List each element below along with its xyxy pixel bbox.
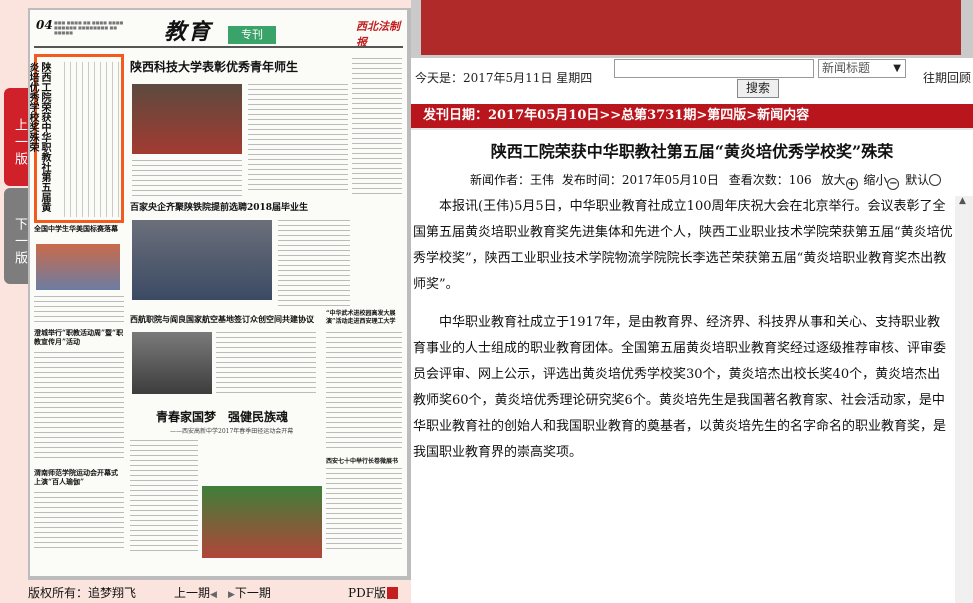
headline-1: 陕西科技大学表彰优秀青年师生 (130, 60, 299, 74)
headline-4: 青春家国梦 强健民族魂 (156, 410, 289, 424)
breadcrumb: 发刊日期：2017年05月10日>>总第3731期>第四版>新闻内容 (411, 104, 973, 128)
article-text-1b (248, 84, 348, 194)
search-type-select[interactable]: 新闻标题 ▼ (818, 59, 906, 78)
breadcrumb-divider (411, 128, 973, 130)
subheadline-4: ——西安高新中学2017年春季田径运动会开幕 (170, 428, 294, 435)
banner-image (421, 0, 961, 55)
scroll-up-icon[interactable]: ▲ (959, 196, 966, 206)
headline-2: 百家央企齐聚陕铁院提前选聘2018届毕业生 (130, 203, 309, 213)
pdf-link[interactable]: PDF版 (348, 584, 399, 601)
article-text-1 (132, 160, 242, 196)
header-banner (411, 0, 973, 58)
zoom-in-button[interactable]: 放大 + (822, 171, 858, 190)
next-issue-link[interactable]: ▶下一期 (228, 584, 271, 601)
default-size-button[interactable]: 默认 (905, 171, 942, 188)
past-review-link[interactable]: 往期回顾 (923, 69, 971, 86)
caret-left-icon: ◀ (210, 590, 217, 600)
view-count: 查看次数：106 (728, 173, 812, 187)
newspaper-page-image[interactable]: 04 ■■■ ■■■■ ■■ ■■■■ ■■■■ ■■■■■■ ■■■■■■■■… (30, 10, 407, 576)
right-column-text-3 (326, 468, 402, 552)
zoom-out-label: 缩小 (863, 173, 888, 187)
masthead-title: 教育 (164, 19, 213, 45)
article-text-2 (278, 220, 350, 310)
circle-icon (929, 174, 942, 186)
article-body: 本报讯(王伟)5月5日，中华职业教育社成立100周年庆祝大会在北京举行。会议表彰… (413, 194, 953, 478)
newspaper-pane: 上一版 下一版 04 ■■■ ■■■■ ■■ ■■■■ ■■■■ ■■■■■■ … (0, 0, 411, 603)
search-row: 今天是：2017年5月11日 星期四 新闻标题 ▼ 搜索 往期回顾 (411, 58, 973, 98)
photo-awards (132, 84, 242, 154)
zoom-in-label: 放大 (821, 173, 846, 187)
side-text-2 (34, 352, 124, 462)
copyright-text: 版权所有：追梦翔飞 (28, 586, 137, 600)
article-title: 陕西工院荣获中华职教社第五届“黄炎培优秀学校奖”殊荣 (490, 142, 894, 161)
masthead-rule (34, 46, 403, 48)
prev-issue-label: 上一期 (174, 586, 211, 600)
article-meta: 新闻作者：王伟 发布时间：2017年05月10日 查看次数：106 放大 + 缩小… (470, 171, 942, 190)
search-button[interactable]: 搜索 (737, 79, 779, 98)
author-label: 新闻作者：王伟 (470, 173, 555, 187)
side-headline-4: “中华武术进校园高发大展演”活动走进西安理工大学 (326, 310, 396, 325)
newspaper-frame: 04 ■■■ ■■■■ ■■ ■■■■ ■■■■ ■■■■■■ ■■■■■■■■… (28, 8, 411, 580)
publish-time: 发布时间：2017年05月10日 (561, 173, 719, 187)
prev-issue-link[interactable]: 上一期◀ (174, 584, 217, 601)
next-issue-label: 下一期 (234, 586, 271, 600)
caret-right-icon: ▶ (228, 590, 235, 600)
zoom-out-button[interactable]: 缩小 − (863, 171, 900, 190)
masthead-sub: 专刊 (228, 26, 276, 44)
plus-circle-icon: + (845, 178, 858, 190)
side-text-1 (34, 296, 124, 322)
next-page-tab[interactable]: 下一版 (4, 188, 30, 284)
photo-signing (132, 332, 212, 394)
scrollbar[interactable]: ▲ (955, 196, 973, 603)
side-headline-3: 渭南师范学院运动会开幕式上演“百人瑜伽” (34, 468, 118, 486)
side-headline-5: 西安七十中举行长卷微展书 (326, 458, 399, 465)
photo-conference (132, 220, 272, 300)
photo-sports-meet (202, 486, 322, 558)
highlighted-headline: 陕西工院荣获中华职教社第五届黄炎培优秀学校奖殊荣 (30, 62, 50, 212)
search-type-value: 新闻标题 (822, 61, 871, 75)
side-text-3 (34, 492, 124, 552)
right-column-text (352, 58, 402, 198)
today-date: 今天是：2017年5月11日 星期四 (415, 71, 593, 85)
headline-3: 西航职院与阎良国家航空基地签订众创空间共建协议 (130, 314, 314, 324)
masthead-info: ■■■ ■■■■ ■■ ■■■■ ■■■■ ■■■■■■ ■■■■■■■■ ■■… (54, 20, 124, 35)
left-bottom-bar: 版权所有：追梦翔飞 上一期◀ ▶下一期 PDF版 (28, 580, 411, 603)
pdf-label: PDF版 (348, 586, 387, 600)
prev-page-tab[interactable]: 上一版 (4, 88, 30, 186)
pdf-icon (387, 587, 399, 599)
article-paragraph: 本报讯(王伟)5月5日，中华职业教育社成立100周年庆祝大会在北京举行。会议表彰… (413, 199, 953, 292)
photo-sports (36, 244, 120, 290)
default-label: 默认 (905, 173, 930, 187)
side-headline-1: 全国中学生华美国标赛落幕 (34, 224, 118, 233)
minus-circle-icon: − (887, 178, 900, 190)
article-text-3 (216, 332, 316, 394)
search-input[interactable] (614, 59, 814, 78)
page-number: 04 (36, 18, 53, 32)
chevron-down-icon: ▼ (893, 63, 901, 74)
article-text-4 (130, 440, 198, 552)
right-column-text-2 (326, 332, 402, 452)
article-paragraph: 中华职业教育社成立于1917年，是由教育界、经济界、科技界从事和关心、支持职业教… (413, 315, 947, 460)
side-headline-2: 澄城举行“职教活动周”暨“职教宣传月”活动 (34, 328, 124, 346)
highlighted-article-text (64, 62, 120, 217)
